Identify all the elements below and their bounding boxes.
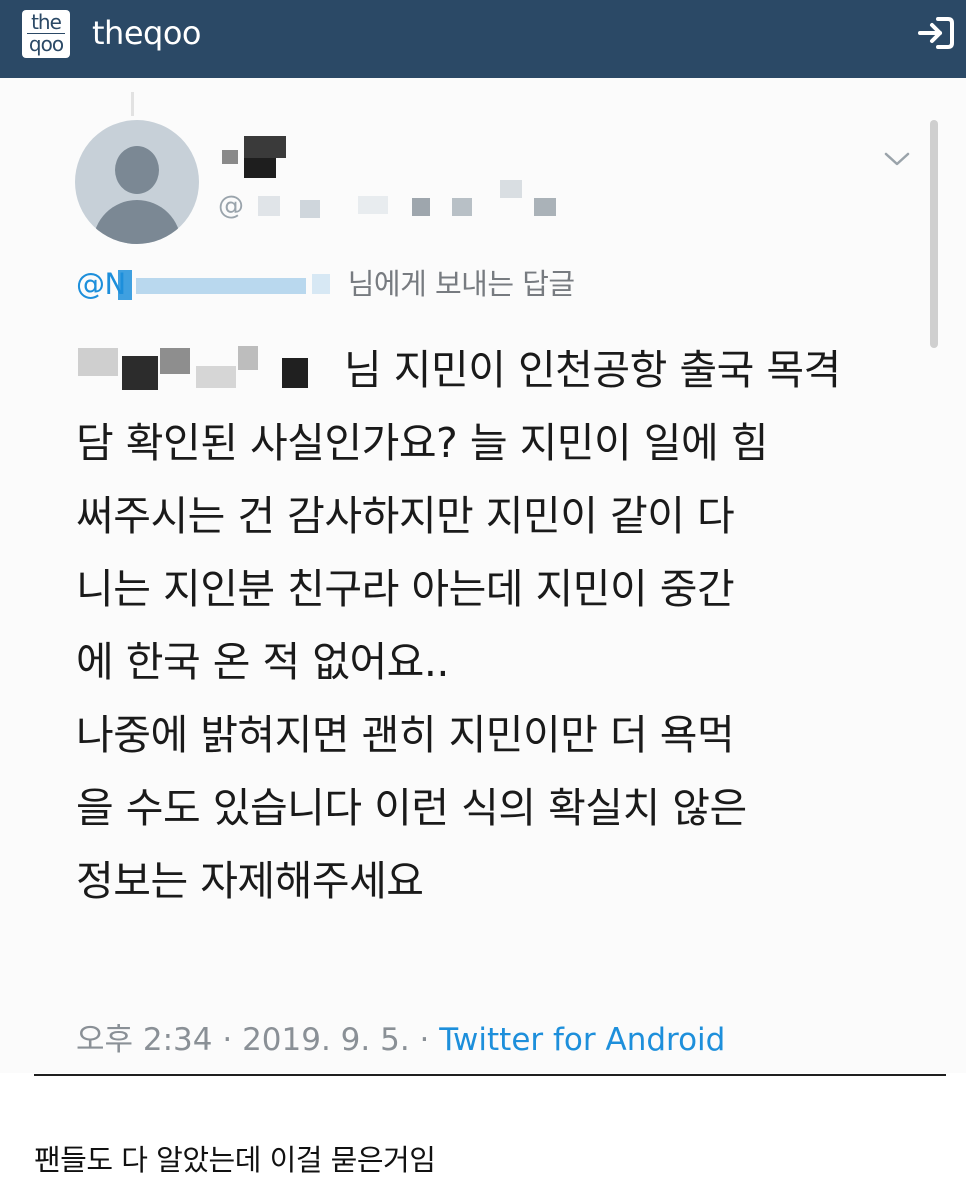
logo-text-bottom: qoo [28, 32, 64, 56]
tweet-line: 써주시는 건 감사하지만 지민이 같이 다 [76, 492, 735, 540]
tweet-line: 에 한국 온 적 없어요.. [76, 638, 449, 686]
scroll-indicator-top [131, 92, 134, 116]
reply-to-label: 님에게 보내는 답글 [347, 267, 575, 301]
tweet-meta: 오후 2:34 · 2019. 9. 5. · Twitter for Andr… [76, 1018, 725, 1062]
tweet-body: 님 지민이 인천공항 출국 목격 담 확인된 사실인가요? 늘 지민이 일에 힘… [76, 334, 936, 918]
tweet-line: 담 확인된 사실인가요? 늘 지민이 일에 힘 [76, 419, 768, 467]
tweet-line: 을 수도 있습니다 이런 식의 확실치 않은 [76, 784, 747, 832]
logo-text-top: the [31, 10, 62, 34]
site-header: the qoo theqoo [0, 0, 966, 78]
site-logo[interactable]: the qoo [22, 10, 70, 58]
default-profile-avatar-icon[interactable] [75, 120, 199, 244]
tweet-line: 정보는 자제해주세요 [76, 857, 424, 905]
login-arrow-icon[interactable] [916, 15, 956, 51]
chevron-down-icon[interactable] [880, 146, 914, 172]
tweet-line: 니는 지인분 친구라 아는데 지민이 중간 [76, 565, 735, 613]
censored-handle: @ [218, 191, 244, 221]
post-caption: 팬들도 다 알았는데 이걸 묻은거임 [34, 1143, 436, 1177]
tweet-source-link[interactable]: Twitter for Android [439, 1022, 725, 1058]
scrollbar[interactable] [930, 120, 938, 348]
site-title[interactable]: theqoo [92, 13, 201, 53]
tweet-timestamp[interactable]: 오후 2:34 · 2019. 9. 5. · [76, 1022, 439, 1058]
content-divider [34, 1074, 946, 1076]
tweet-line: 나중에 밝혀지면 괜히 지민이만 더 욕먹 [76, 711, 735, 759]
